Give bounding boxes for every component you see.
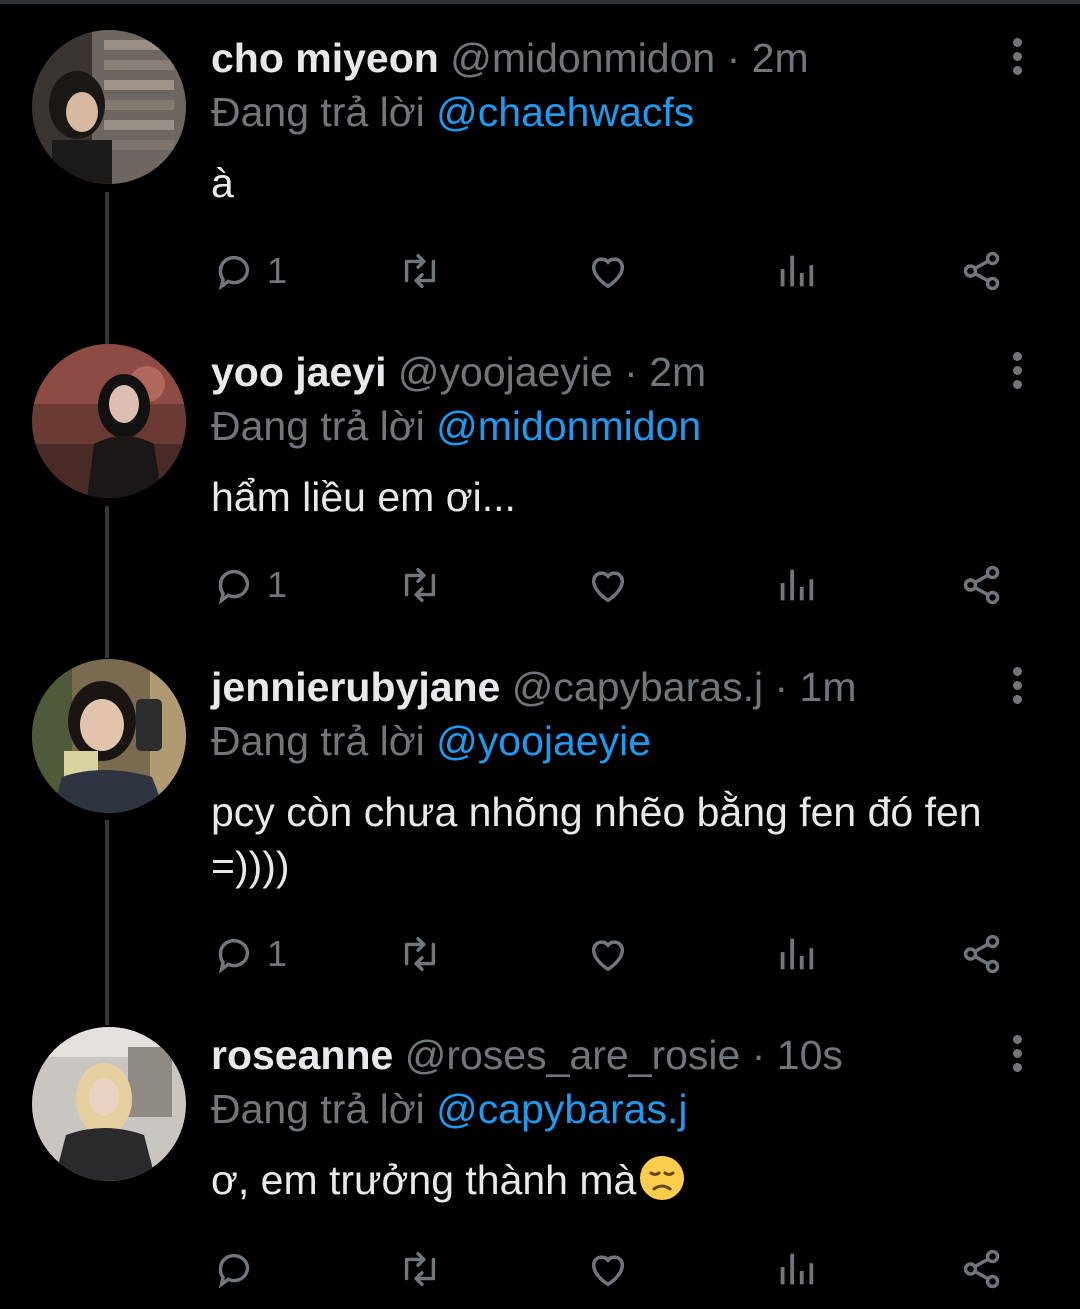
reply-icon (218, 1253, 250, 1289)
views-icon (780, 569, 814, 601)
like-button[interactable] (585, 246, 631, 296)
username[interactable]: @yoojaeyie (398, 349, 613, 395)
replying-to-link[interactable]: @capybaras.j (436, 1086, 687, 1132)
action-bar: 1 (211, 560, 1031, 610)
action-bar (211, 1244, 1031, 1294)
views-icon (780, 938, 814, 970)
username[interactable]: @roses_are_rosie (405, 1032, 741, 1078)
more-icon[interactable] (1004, 667, 1030, 707)
separator-dot: · (751, 1032, 766, 1078)
disappointed-face-icon (640, 1156, 685, 1200)
action-bar: 1 (211, 246, 1031, 296)
display-name[interactable]: jennierubyjane (211, 664, 500, 710)
tweet-header: roseanne @roses_are_rosie · 10s (211, 1027, 843, 1083)
reply-count: 1 (267, 250, 288, 291)
tweet-text: ơ, em trưởng thành mà (211, 1157, 637, 1203)
share-icon (963, 934, 1000, 974)
tweet-text-container: ơ, em trưởng thành mà (211, 1153, 1031, 1207)
separator-dot: · (624, 349, 638, 395)
timestamp[interactable]: 2m (649, 349, 706, 395)
like-icon (591, 940, 625, 972)
replying-to-label: Đang trả lời (211, 403, 425, 449)
retweet-icon (404, 1251, 436, 1287)
replying-to-label: Đang trả lời (211, 1086, 425, 1132)
views-button[interactable] (773, 560, 819, 610)
avatar[interactable] (32, 30, 186, 184)
retweet-icon (404, 567, 436, 603)
display-name[interactable]: cho miyeon (211, 35, 439, 81)
tweet[interactable]: yoo jaeyi @yoojaeyie · 2m Đang trả lời @… (0, 344, 1080, 644)
views-button[interactable] (773, 246, 819, 296)
reply-count: 1 (267, 933, 288, 974)
timestamp[interactable]: 10s (777, 1032, 843, 1078)
more-icon[interactable] (1004, 352, 1030, 392)
avatar[interactable] (32, 1027, 186, 1181)
like-icon (591, 1255, 625, 1287)
replying-to: Đang trả lời @chaehwacfs (211, 84, 694, 140)
replying-to-label: Đang trả lời (211, 718, 425, 764)
share-button[interactable] (959, 246, 1005, 296)
retweet-icon (404, 253, 436, 289)
reply-button[interactable]: 1 (211, 246, 287, 296)
like-button[interactable] (585, 929, 631, 979)
avatar[interactable] (32, 344, 186, 498)
more-icon[interactable] (1004, 1035, 1030, 1075)
timestamp[interactable]: 2m (752, 35, 809, 81)
retweet-icon (404, 936, 436, 972)
replying-to: Đang trả lời @capybaras.j (211, 1081, 687, 1137)
avatar[interactable] (32, 659, 186, 813)
timestamp[interactable]: 1m (800, 664, 857, 710)
like-icon (591, 257, 625, 289)
tweet-header: yoo jaeyi @yoojaeyie · 2m (211, 344, 706, 400)
tweet-text: hẩm liều em ơi... (211, 474, 516, 520)
username[interactable]: @capybaras.j (512, 664, 763, 710)
more-icon[interactable] (1004, 38, 1030, 78)
replying-to-link[interactable]: @midonmidon (436, 403, 701, 449)
replying-to-link[interactable]: @yoojaeyie (436, 718, 651, 764)
separator-dot: · (774, 664, 789, 710)
reply-button[interactable]: 1 (211, 929, 287, 979)
share-icon (963, 565, 1000, 605)
reply-count: 1 (267, 564, 288, 605)
retweet-button[interactable] (397, 1244, 443, 1294)
retweet-button[interactable] (397, 929, 443, 979)
separator-dot: · (726, 35, 741, 81)
reply-button[interactable] (211, 1244, 267, 1294)
views-icon (780, 255, 814, 287)
action-bar: 1 (211, 929, 1031, 979)
tweet-text: à (211, 160, 234, 206)
views-icon (780, 1253, 814, 1285)
views-button[interactable] (773, 929, 819, 979)
retweet-button[interactable] (397, 560, 443, 610)
reply-button[interactable]: 1 (211, 560, 287, 610)
tweet[interactable]: jennierubyjane @capybaras.j · 1m Đang tr… (0, 659, 1080, 1009)
replying-to: Đang trả lời @midonmidon (211, 398, 701, 454)
replying-to-label: Đang trả lời (211, 89, 425, 135)
retweet-button[interactable] (397, 246, 443, 296)
tweet-text: pcy còn chưa nhõng nhẽo bằng fen đó fen … (211, 789, 982, 889)
tweet-header: jennierubyjane @capybaras.j · 1m (211, 659, 857, 715)
like-button[interactable] (585, 560, 631, 610)
tweet[interactable]: roseanne @roses_are_rosie · 10s Đang trả… (0, 1027, 1080, 1309)
reply-icon (218, 255, 250, 291)
share-button[interactable] (959, 1244, 1005, 1294)
share-button[interactable] (959, 929, 1005, 979)
replying-to-link[interactable]: @chaehwacfs (436, 89, 694, 135)
top-divider (0, 0, 1080, 4)
replying-to: Đang trả lời @yoojaeyie (211, 713, 651, 769)
username[interactable]: @midonmidon (450, 35, 715, 81)
share-button[interactable] (959, 560, 1005, 610)
like-button[interactable] (585, 1244, 631, 1294)
reply-icon (218, 938, 250, 974)
display-name[interactable]: yoo jaeyi (211, 349, 386, 395)
display-name[interactable]: roseanne (211, 1032, 393, 1078)
tweet[interactable]: cho miyeon @midonmidon · 2m Đang trả lời… (0, 30, 1080, 330)
share-icon (963, 1249, 1000, 1289)
reply-icon (218, 569, 250, 605)
share-icon (963, 251, 1000, 291)
tweet-header: cho miyeon @midonmidon · 2m (211, 30, 809, 86)
like-icon (591, 571, 625, 603)
views-button[interactable] (773, 1244, 819, 1294)
